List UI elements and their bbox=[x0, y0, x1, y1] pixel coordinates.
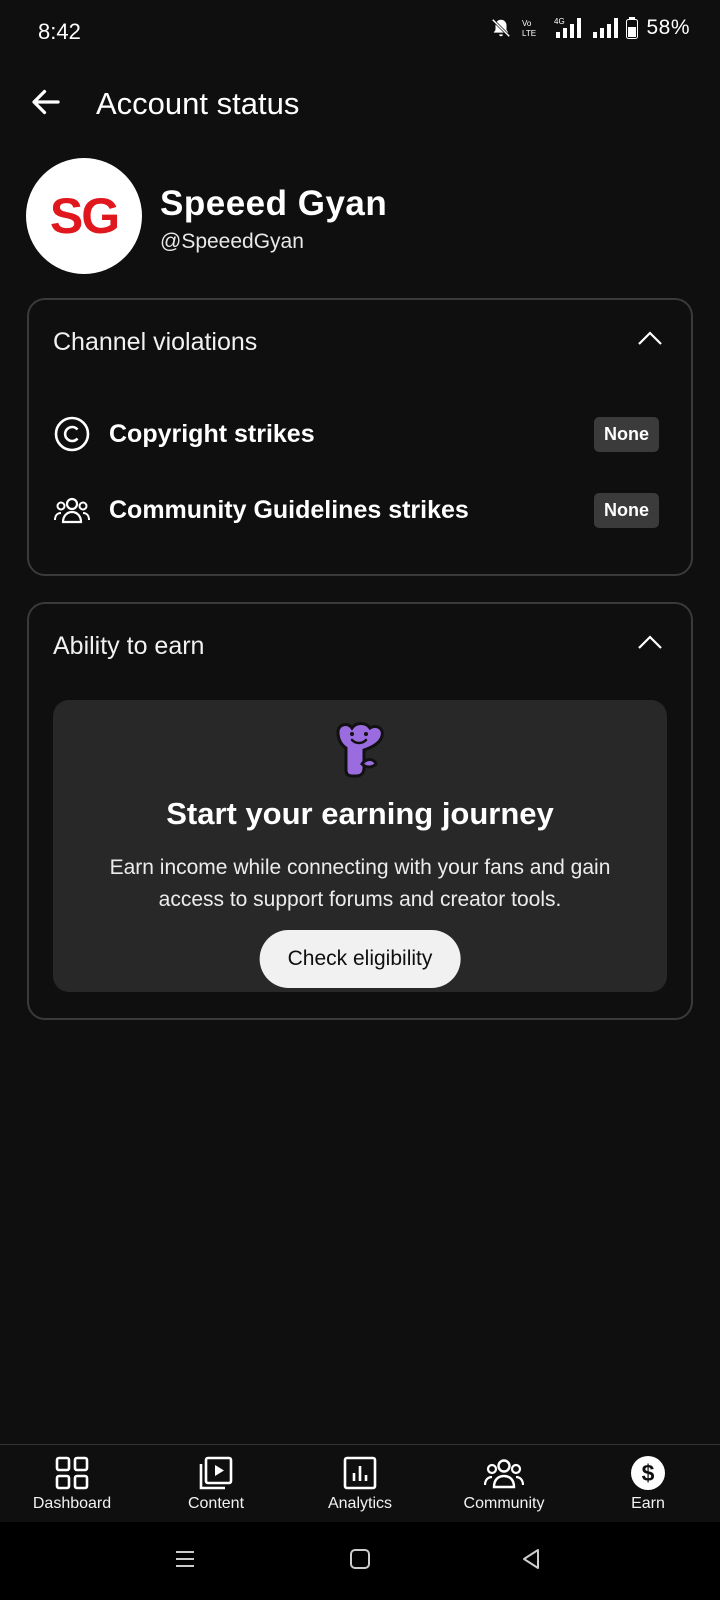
earn-icon: $ bbox=[631, 1456, 665, 1490]
nav-analytics[interactable]: Analytics bbox=[288, 1445, 432, 1523]
system-navigation-bar bbox=[0, 1522, 720, 1600]
nav-content[interactable]: Content bbox=[144, 1445, 288, 1523]
battery-icon bbox=[626, 17, 639, 39]
app-bar: Account status bbox=[0, 70, 720, 140]
mute-notifications-icon bbox=[492, 18, 511, 38]
check-eligibility-button[interactable]: Check eligibility bbox=[259, 930, 461, 988]
channel-header: SG Speeed Gyan @SpeeedGyan bbox=[26, 158, 694, 274]
channel-handle: @SpeeedGyan bbox=[160, 230, 304, 253]
content-icon bbox=[199, 1456, 233, 1490]
page-title: Account status bbox=[96, 86, 300, 121]
avatar-initials: SG bbox=[49, 188, 120, 244]
nav-dashboard[interactable]: Dashboard bbox=[0, 1445, 144, 1523]
channel-violations-title: Channel violations bbox=[53, 328, 258, 356]
recent-apps-icon[interactable] bbox=[174, 1548, 196, 1570]
community-icon bbox=[484, 1459, 524, 1489]
earning-journey-panel: Start your earning journey Earn income w… bbox=[53, 700, 667, 992]
channel-name: Speeed Gyan bbox=[160, 184, 388, 223]
community-strikes-badge: None bbox=[594, 492, 659, 528]
volte-icon: Vo LTE bbox=[522, 19, 536, 38]
collapse-chevron-icon[interactable] bbox=[637, 330, 663, 346]
status-time: 8:42 bbox=[38, 19, 81, 44]
copyright-strikes-row[interactable]: Copyright strikes None bbox=[53, 414, 659, 454]
copyright-strikes-label: Copyright strikes bbox=[109, 419, 315, 448]
community-icon bbox=[54, 497, 90, 524]
battery-percent: 58% bbox=[646, 16, 690, 39]
bottom-navigation: Dashboard Content Analytics Community $ … bbox=[0, 1444, 720, 1523]
svg-text:$: $ bbox=[642, 1460, 655, 1486]
analytics-icon bbox=[343, 1456, 377, 1490]
nav-dashboard-label: Dashboard bbox=[32, 1495, 112, 1512]
ability-to-earn-card: Ability to earn Start your earning journ… bbox=[27, 602, 693, 1020]
signal-icon bbox=[593, 18, 619, 38]
back-arrow-icon[interactable] bbox=[28, 84, 64, 120]
svg-text:Vo: Vo bbox=[522, 19, 532, 28]
nav-content-label: Content bbox=[187, 1495, 245, 1512]
ability-to-earn-title: Ability to earn bbox=[53, 632, 205, 660]
nav-earn-label: Earn bbox=[631, 1495, 665, 1512]
back-nav-icon[interactable] bbox=[520, 1548, 542, 1570]
creator-mascot-icon bbox=[336, 722, 384, 778]
home-icon[interactable] bbox=[349, 1548, 371, 1570]
svg-text:4G: 4G bbox=[554, 17, 565, 26]
signal-4g-icon: 4G bbox=[554, 17, 582, 38]
copyright-icon bbox=[54, 416, 90, 452]
nav-analytics-label: Analytics bbox=[327, 1495, 393, 1512]
community-strikes-label: Community Guidelines strikes bbox=[109, 495, 469, 524]
collapse-chevron-icon[interactable] bbox=[637, 634, 663, 650]
status-icons: Vo LTE 4G 58% bbox=[490, 16, 690, 40]
earning-journey-description: Earn income while connecting with your f… bbox=[109, 856, 611, 911]
nav-earn[interactable]: $ Earn bbox=[576, 1445, 720, 1523]
channel-violations-card: Channel violations Copyright strikes Non… bbox=[27, 298, 693, 576]
nav-community-label: Community bbox=[463, 1495, 545, 1512]
community-guidelines-strikes-row[interactable]: Community Guidelines strikes None bbox=[53, 490, 659, 530]
earning-journey-headline: Start your earning journey bbox=[166, 796, 554, 831]
channel-avatar: SG bbox=[26, 158, 142, 274]
status-bar: 8:42 Vo LTE 4G 58% bbox=[0, 0, 720, 64]
nav-community[interactable]: Community bbox=[432, 1445, 576, 1523]
dashboard-icon bbox=[55, 1456, 89, 1490]
svg-text:LTE: LTE bbox=[522, 29, 536, 38]
copyright-strikes-badge: None bbox=[594, 416, 659, 452]
